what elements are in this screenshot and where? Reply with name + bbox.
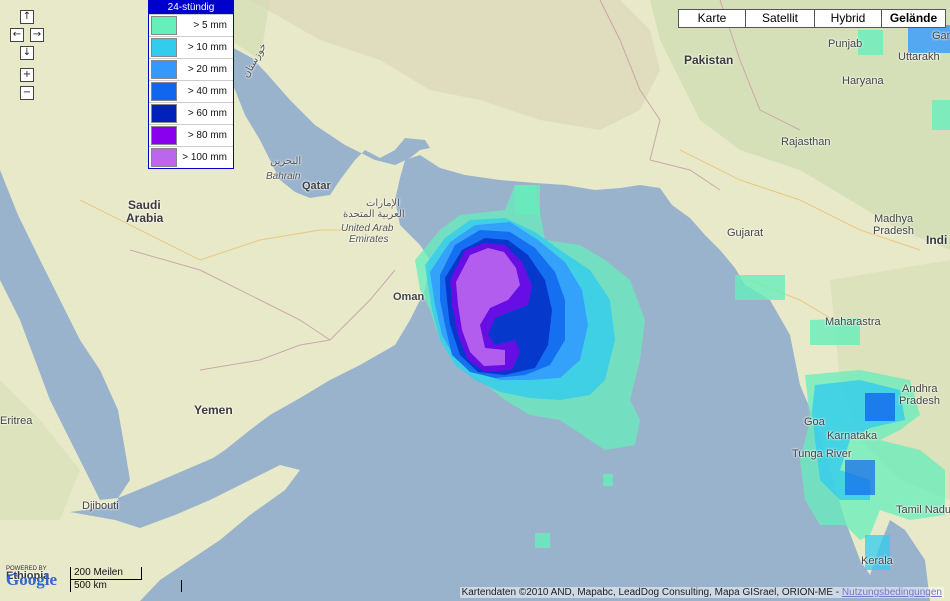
legend-label: > 5 mm (193, 20, 227, 31)
label-andhra: Andhra (902, 383, 938, 395)
zoom-in-button[interactable]: + (20, 68, 34, 82)
label-bahrain-ar: البحرين (270, 156, 302, 167)
scale-km: 500 km (74, 580, 107, 591)
label-uae2: Emirates (349, 234, 389, 245)
label-punjab: Punjab (828, 38, 863, 50)
legend-row: > 100 mm (149, 146, 233, 168)
map-type-karte-button[interactable]: Karte (678, 9, 746, 28)
terms-link[interactable]: Nutzungsbedingungen (842, 587, 942, 598)
legend-row: > 80 mm (149, 124, 233, 146)
legend-label: > 80 mm (187, 130, 227, 141)
label-bahrain: Bahrain (266, 171, 301, 182)
terrain-base (0, 0, 950, 601)
label-karnataka: Karnataka (827, 430, 878, 442)
legend-swatch (151, 38, 177, 57)
label-uae1: United Arab (341, 223, 394, 234)
label-maharastra: Maharastra (825, 316, 881, 328)
map-type-selector: Karte Satellit Hybrid Gelände (678, 9, 946, 28)
label-madhya-pradesh: Pradesh (873, 225, 914, 237)
label-tunga-river: Tunga River (792, 448, 852, 460)
pan-up-button[interactable]: ↑ (20, 10, 34, 24)
legend-row: > 20 mm (149, 58, 233, 80)
map-type-satellit-button[interactable]: Satellit (745, 9, 815, 28)
label-gujarat: Gujarat (727, 227, 764, 239)
legend-swatch (151, 126, 177, 145)
map-canvas[interactable]: Pakistan Punjab Uttarakh Gar Haryana Raj… (0, 0, 950, 601)
legend-label: > 40 mm (187, 86, 227, 97)
label-andhra-pradesh: Pradesh (899, 395, 940, 407)
label-india: Indi (926, 233, 948, 247)
label-uae-ar2: العربية المتحدة (343, 209, 405, 220)
legend-label: > 60 mm (187, 108, 227, 119)
legend-row: > 10 mm (149, 36, 233, 58)
legend-row: > 40 mm (149, 80, 233, 102)
label-oman: Oman (393, 291, 425, 303)
google-logo[interactable]: POWERED BY Google (6, 566, 57, 590)
legend-label: > 10 mm (187, 42, 227, 53)
label-eritrea: Eritrea (0, 415, 33, 427)
pan-right-button[interactable]: → (30, 28, 44, 42)
precipitation-legend: 24-stündig > 5 mm > 10 mm > 20 mm > 40 mm > … (148, 0, 234, 169)
label-rajasthan: Rajasthan (781, 136, 831, 148)
label-djibouti: Djibouti (82, 500, 119, 512)
label-tamil-nadu: Tamil Nadu (896, 504, 950, 516)
copyright-text: Kartendaten ©2010 AND, Mapabc, LeadDog C… (461, 587, 840, 598)
scale-miles: 200 Meilen (74, 567, 123, 578)
legend-label: > 20 mm (187, 64, 227, 75)
label-madhya: Madhya (874, 213, 914, 225)
label-arabia: Arabia (126, 211, 164, 225)
legend-row: > 60 mm (149, 102, 233, 124)
pan-left-button[interactable]: ← (10, 28, 24, 42)
pan-down-button[interactable]: ↓ (20, 46, 34, 60)
label-saudi: Saudi (128, 198, 161, 212)
label-yemen: Yemen (194, 403, 233, 417)
label-pakistan: Pakistan (684, 53, 734, 67)
legend-swatch (151, 82, 177, 101)
label-garh: Gar (932, 30, 950, 42)
label-kerala: Kerala (861, 555, 893, 567)
logo-text: Google (6, 570, 57, 589)
copyright-notice: Kartendaten ©2010 AND, Mapabc, LeadDog C… (459, 587, 944, 598)
map-type-gelaende-button[interactable]: Gelände (881, 9, 946, 28)
label-uttarakhand: Uttarakh (898, 51, 940, 63)
label-uae-ar1: الإمارات (366, 198, 400, 209)
legend-swatch (151, 60, 177, 79)
label-qatar: Qatar (302, 180, 331, 192)
scale-bar: 200 Meilen 500 km (70, 567, 182, 592)
label-haryana: Haryana (842, 75, 884, 87)
legend-label: > 100 mm (182, 152, 227, 163)
legend-swatch (151, 104, 177, 123)
legend-swatch (151, 148, 177, 167)
zoom-out-button[interactable]: − (20, 86, 34, 100)
legend-title: 24-stündig (149, 1, 233, 14)
label-goa: Goa (804, 416, 825, 428)
legend-row: > 5 mm (149, 14, 233, 36)
legend-swatch (151, 16, 177, 35)
map-type-hybrid-button[interactable]: Hybrid (814, 9, 882, 28)
